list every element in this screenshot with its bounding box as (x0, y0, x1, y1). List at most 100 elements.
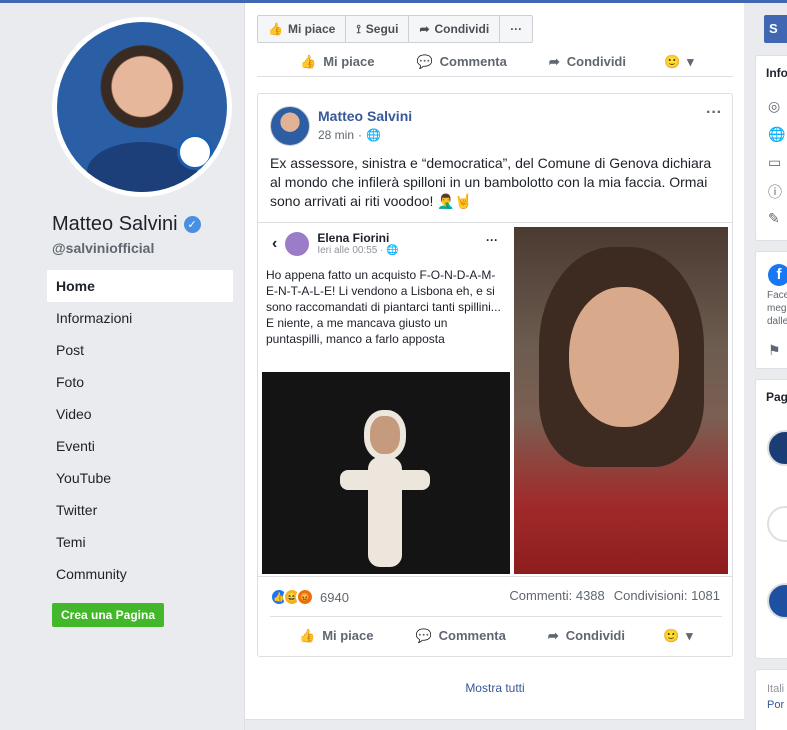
share-arrow-icon: ➦ (419, 22, 430, 36)
post-image[interactable]: ‹ Elena Fiorini Ieri alle 00:55 · 🌐 ··· … (258, 222, 732, 577)
small-avatar-icon: 🙂 (662, 627, 680, 643)
main-feed: 👍 Mi piace ⟟ Segui ➦ Condividi ··· 👍 Mi … (244, 3, 745, 730)
globe-icon: 🌐 (366, 128, 381, 142)
screenshot-time-text: Ieri alle 00:55 · (317, 245, 387, 256)
post-author-avatar[interactable] (270, 106, 310, 146)
profile-picture[interactable] (52, 17, 232, 197)
chevron-down-icon: ▾ (686, 627, 693, 643)
prev-comment-button[interactable]: 💬 Commenta (416, 54, 506, 70)
post-timestamp[interactable]: 28 min · 🌐 (318, 128, 381, 142)
prev-like-label: Mi piace (323, 54, 375, 69)
page-nav: Home Informazioni Post Foto Video Eventi… (47, 270, 233, 590)
facebook-logo-icon: f (768, 264, 787, 286)
reactions-summary[interactable]: 👍 😆 😡 6940 (270, 588, 349, 606)
screenshot-author: Elena Fiorini (317, 231, 390, 245)
folder-icon: ▭ (768, 154, 782, 170)
rss-icon: ⟟ (356, 21, 361, 36)
previous-post-actions: 👍 Mi piace 💬 Commenta ➦ Condividi 🙂 ▾ (257, 47, 733, 77)
thumbs-up-icon: 👍 (268, 22, 283, 36)
cropped-action-button[interactable]: S (764, 15, 787, 43)
next-card-edge (245, 719, 745, 730)
right-column: S Info ◎ 🌐 ▭ ⓘ ✎ f Face meg dalle ⚑ Pag … (744, 3, 787, 730)
page-logo-3[interactable] (767, 583, 787, 619)
nav-item-home[interactable]: Home (47, 270, 233, 302)
page-more-button[interactable]: ··· (500, 15, 534, 43)
prev-react-as-selector[interactable]: 🙂 ▾ (664, 54, 694, 70)
post-options-icon[interactable]: ··· (706, 104, 722, 122)
nav-item-temi[interactable]: Temi (47, 526, 233, 558)
react-as-selector[interactable]: 🙂 ▾ (663, 628, 693, 644)
page-name-text: Matteo Salvini (52, 213, 178, 235)
share-arrow-icon: ➦ (548, 53, 560, 69)
show-all-link[interactable]: Mostra tutti (245, 681, 745, 695)
page-follow-label: Segui (365, 22, 399, 36)
chevron-down-icon: ▾ (687, 53, 694, 69)
page-handle[interactable]: @salviniofficial (52, 240, 154, 256)
comment-icon: 💬 (415, 627, 432, 643)
share-arrow-icon: ➦ (547, 627, 559, 643)
reactions-count: 6940 (320, 589, 349, 605)
page-like-label: Mi piace (287, 22, 336, 36)
nav-item-eventi[interactable]: Eventi (47, 430, 233, 462)
prev-share-button[interactable]: ➦ Condividi (549, 54, 626, 70)
page-share-button[interactable]: ➦ Condividi (409, 15, 501, 43)
page-like-button[interactable]: 👍 Mi piace (257, 15, 347, 43)
create-page-button[interactable]: Crea una Pagina (52, 603, 164, 627)
dot-separator: · (358, 128, 363, 142)
page-follow-button[interactable]: ⟟ Segui (346, 15, 410, 43)
doll-body (368, 457, 402, 567)
messenger-icon: ◎ (768, 98, 781, 114)
page-logo-2[interactable] (767, 506, 787, 542)
facebook-text-line-2: meg (767, 303, 787, 314)
post-share-button[interactable]: ➦ Condividi (548, 628, 625, 644)
post-share-label: Condividi (565, 628, 625, 643)
nav-item-post[interactable]: Post (47, 334, 233, 366)
page-logo-1[interactable] (767, 430, 787, 466)
post-author-name[interactable]: Matteo Salvini (318, 108, 412, 124)
nav-item-foto[interactable]: Foto (47, 366, 233, 398)
nav-item-youtube[interactable]: YouTube (47, 462, 233, 494)
thumbs-up-icon: 👍 (299, 627, 316, 643)
profile-photo (57, 22, 227, 192)
page-title[interactable]: Matteo Salvini ✓ (52, 213, 201, 236)
pencil-icon: ✎ (768, 210, 780, 226)
voodoo-doll (340, 402, 430, 567)
post-comment-label: Commenta (438, 628, 506, 643)
footer-card: Itali Por (755, 669, 787, 730)
nav-item-community[interactable]: Community (47, 558, 233, 590)
post-card: Matteo Salvini 28 min · 🌐 ··· Ex assesso… (257, 93, 733, 657)
thumbs-up-icon: 👍 (300, 53, 317, 69)
post-comment-button[interactable]: 💬 Commenta (415, 628, 505, 644)
back-arrow-icon: ‹ (272, 234, 278, 252)
footer-language[interactable]: Itali (767, 682, 784, 697)
prev-comment-label: Commenta (439, 54, 507, 69)
screenshot-avatar (285, 231, 310, 256)
footer-language-2[interactable]: Por (767, 698, 784, 713)
page-share-label: Condividi (434, 22, 490, 36)
voodoo-doll-photo (262, 372, 510, 574)
flag-icon: ⚑ (768, 342, 781, 358)
portrait-face (569, 287, 679, 427)
nav-item-informazioni[interactable]: Informazioni (47, 302, 233, 334)
left-column: Matteo Salvini ✓ @salviniofficial Home I… (0, 3, 244, 730)
nav-item-twitter[interactable]: Twitter (47, 494, 233, 526)
info-card-title: Info (766, 66, 787, 80)
facebook-text-line-3: dalle (767, 316, 787, 327)
engagement-counts: Commenti: 4388 Condivisioni: 1081 (509, 588, 720, 603)
woman-portrait-photo (514, 227, 728, 574)
prev-share-label: Condividi (566, 54, 626, 69)
nav-item-video[interactable]: Video (47, 398, 233, 430)
comments-count[interactable]: Commenti: 4388 (509, 588, 604, 603)
shares-count[interactable]: Condivisioni: 1081 (614, 588, 720, 603)
screenshot-author-block: Elena Fiorini Ieri alle 00:55 · 🌐 (317, 231, 398, 256)
globe-icon: 🌐 (768, 126, 786, 142)
page-action-bar: 👍 Mi piace ⟟ Segui ➦ Condividi ··· (257, 15, 534, 43)
post-text: Ex assessore, sinistra e “democratica”, … (270, 155, 712, 209)
post-actions: 👍 Mi piace 💬 Commenta ➦ Condividi 🙂 ▾ (270, 616, 722, 654)
comment-icon: 💬 (416, 53, 433, 69)
lega-badge (177, 134, 213, 170)
screenshot-text: Ho appena fatto un acquisto F-O-N-D-A-M-… (266, 268, 501, 346)
prev-like-button[interactable]: 👍 Mi piace (300, 54, 374, 70)
liked-pages-title: Pag (766, 390, 787, 404)
post-like-button[interactable]: 👍 Mi piace (299, 628, 373, 644)
